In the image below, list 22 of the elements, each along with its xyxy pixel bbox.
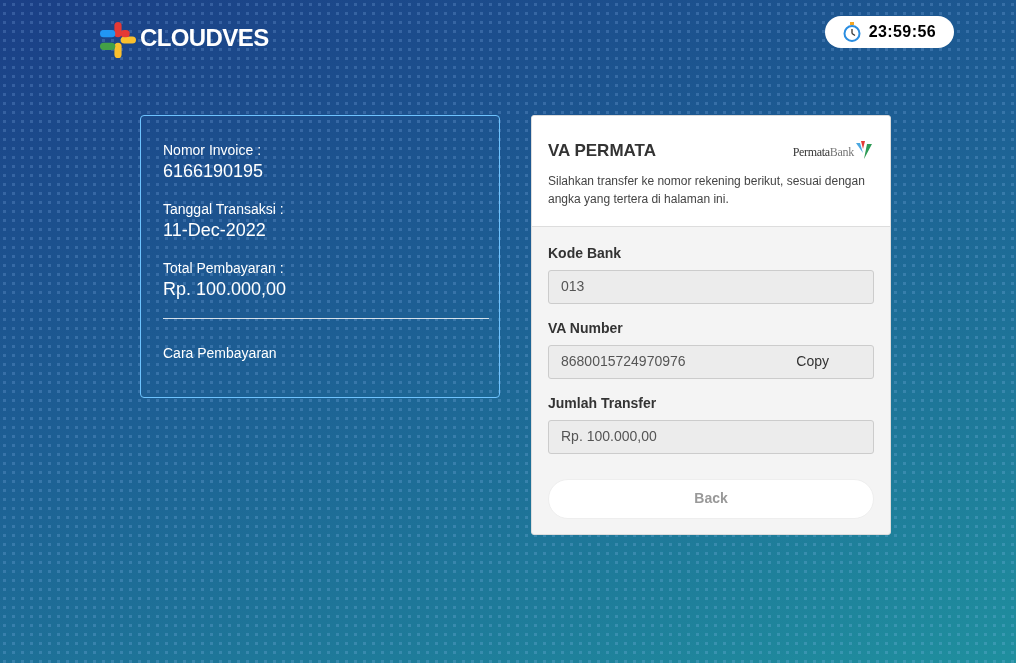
bank-logo-icon [854,140,874,161]
field-label: VA Number [548,318,624,338]
field-value: 6166190195 [163,160,265,183]
copy-button[interactable]: Copy [796,351,829,372]
bank-logo-text: PermataBank [792,143,854,161]
field-label: Tanggal Transaksi : [163,200,285,218]
payment-guide-link[interactable]: Cara Pembayaran [163,345,277,361]
payment-title: VA PERMATA [548,140,656,162]
stopwatch-icon [842,22,861,42]
brand-name: CLOUDVES [140,23,269,53]
readonly-field[interactable]: 8680015724970976 Copy [548,344,874,379]
field-value: Rp. 100.000,00 [163,278,288,301]
readonly-field[interactable]: Rp. 100.000,00 [548,419,874,454]
logo-icon [100,20,136,60]
timer-text: 23:59:56 [868,22,936,42]
field-label: Kode Bank [548,243,623,263]
field-label: Jumlah Transfer [548,393,658,413]
field-label: Nomor Invoice : [163,141,263,159]
payment-instructions: Silahkan transfer ke nomor rekening berikut, sesuai dengan angka yang tertera di halaman ini. [548,172,866,208]
readonly-field[interactable]: 013 [548,269,874,304]
field-value: 11-Dec-2022 [163,219,267,242]
field-label: Total Pembayaran : [163,259,285,277]
